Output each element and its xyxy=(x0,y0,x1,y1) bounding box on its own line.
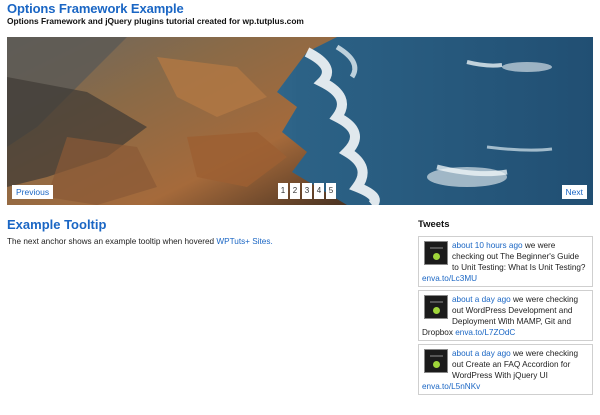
twitter-avatar-icon xyxy=(424,241,448,265)
slider-page-1[interactable]: 1 xyxy=(278,183,288,199)
content-title: Example Tooltip xyxy=(7,217,107,232)
tweet-item: about 10 hours ago we were checking out … xyxy=(418,236,593,287)
twitter-avatar-icon xyxy=(424,349,448,373)
tweet-url-link[interactable]: enva.to/L7ZOdC xyxy=(455,328,515,337)
tweet-time-link[interactable]: about 10 hours ago xyxy=(452,241,523,250)
slider-pager: 1 2 3 4 5 xyxy=(278,183,336,199)
tweet-url-link[interactable]: enva.to/L5nNKv xyxy=(422,382,480,391)
slider-page-2[interactable]: 2 xyxy=(290,183,300,199)
tweet-item: about a day ago we were checking out Cre… xyxy=(418,344,593,395)
twitter-avatar-icon xyxy=(424,295,448,319)
slider-page-5[interactable]: 5 xyxy=(326,183,336,199)
content-paragraph: The next anchor shows an example tooltip… xyxy=(7,237,273,246)
slider-page-4[interactable]: 4 xyxy=(314,183,324,199)
slider-previous-button[interactable]: Previous xyxy=(12,185,54,199)
slider-page-3[interactable]: 3 xyxy=(302,183,312,199)
slider-next-button[interactable]: Next xyxy=(561,185,587,199)
tweets-heading: Tweets xyxy=(418,219,450,230)
image-slider: Previous 1 2 3 4 5 Next xyxy=(7,37,593,205)
site-header: Options Framework Example Options Framew… xyxy=(7,2,304,27)
tweet-time-link[interactable]: about a day ago xyxy=(452,349,511,358)
tweet-item: about a day ago we were checking out Wor… xyxy=(418,290,593,341)
tweet-url-link[interactable]: enva.to/Lc3MU xyxy=(422,274,477,283)
tweet-time-link[interactable]: about a day ago xyxy=(452,295,511,304)
content-text: The next anchor shows an example tooltip… xyxy=(7,237,215,246)
tooltip-link[interactable]: WPTuts+ Sites. xyxy=(216,237,272,246)
slide-image-coastline xyxy=(7,37,593,205)
site-description: Options Framework and jQuery plugins tut… xyxy=(7,16,304,26)
site-title[interactable]: Options Framework Example xyxy=(7,2,304,16)
